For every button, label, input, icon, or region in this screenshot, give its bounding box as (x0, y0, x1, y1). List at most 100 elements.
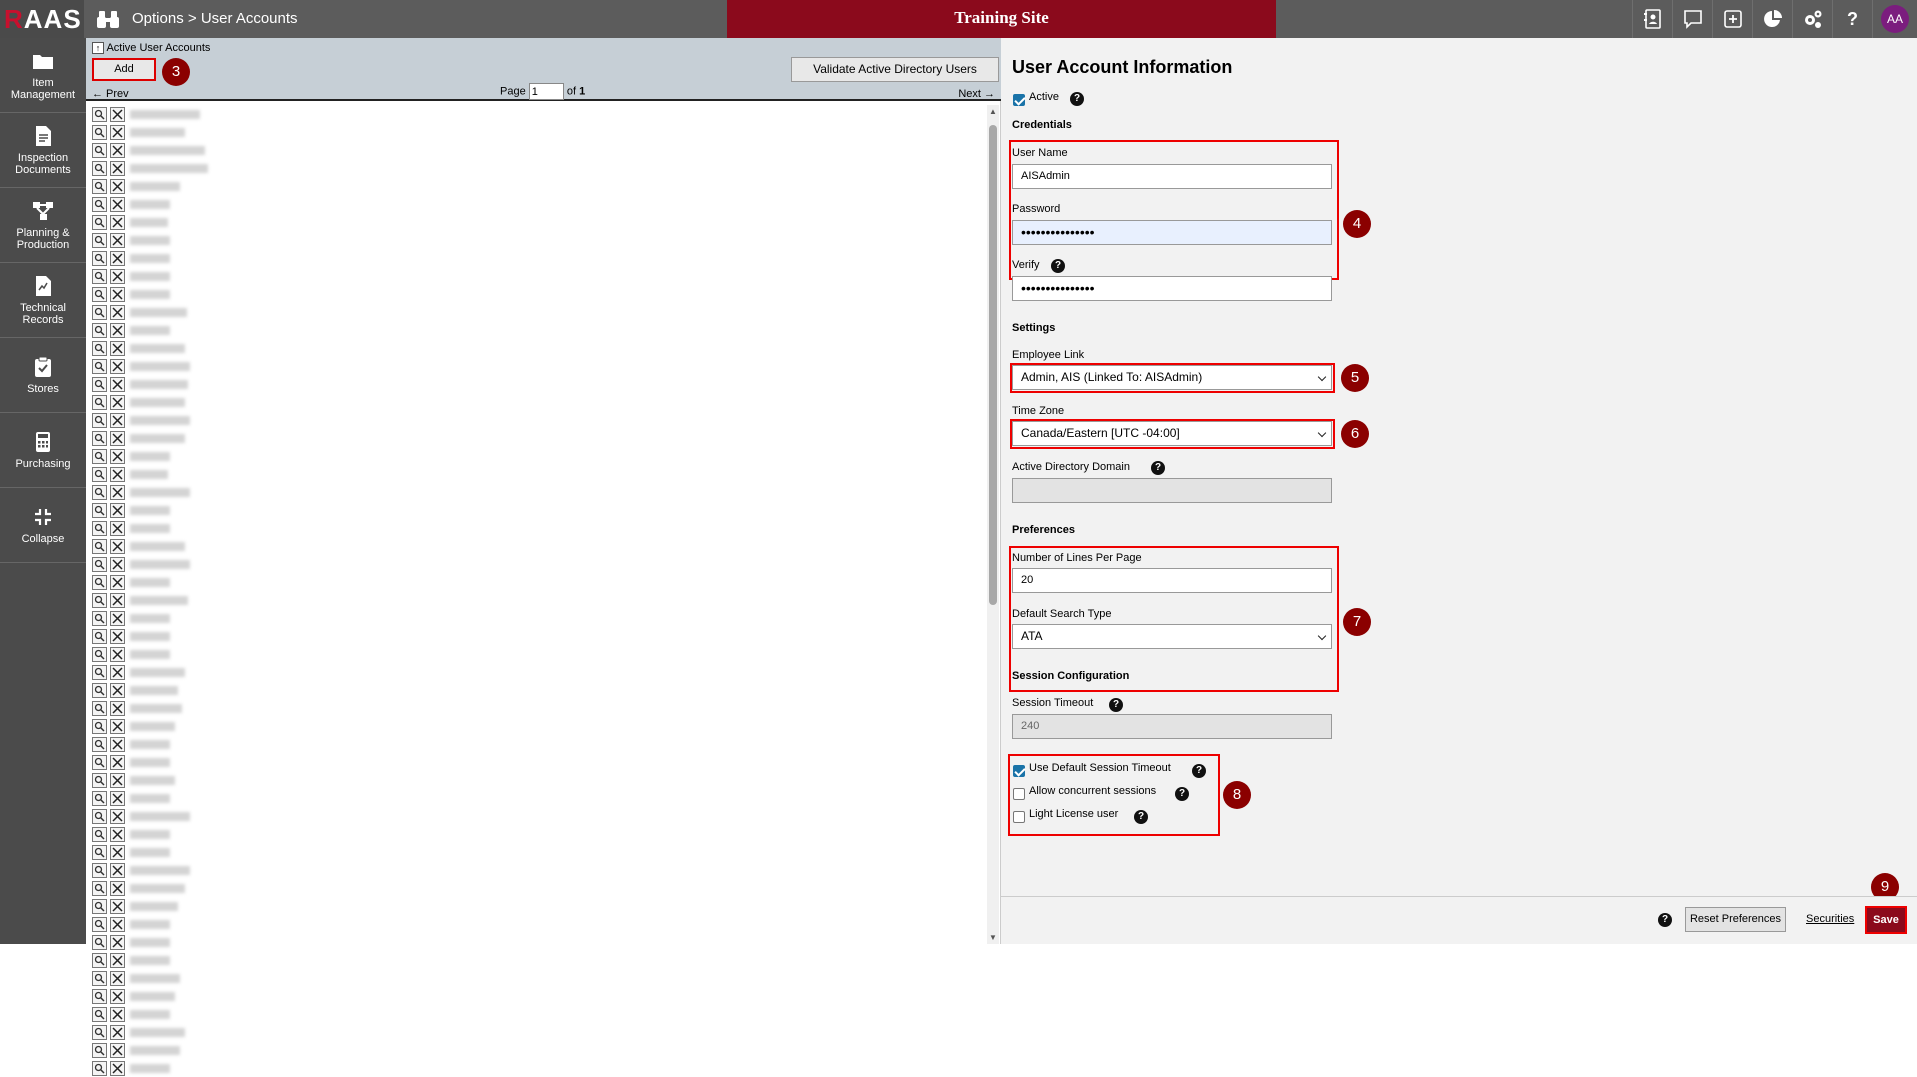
view-user-icon[interactable] (92, 340, 107, 356)
list-item[interactable] (92, 717, 982, 735)
list-item[interactable] (92, 609, 982, 627)
view-user-icon[interactable] (92, 826, 107, 842)
delete-user-icon[interactable] (110, 970, 125, 986)
ad-domain-help-icon[interactable]: ? (1151, 461, 1165, 475)
scroll-thumb[interactable] (989, 125, 997, 605)
redacted-username[interactable] (130, 523, 170, 533)
view-user-icon[interactable] (92, 448, 107, 464)
delete-user-icon[interactable] (110, 862, 125, 878)
concurrent-sessions-help-icon[interactable]: ? (1175, 787, 1189, 801)
view-user-icon[interactable] (92, 790, 107, 806)
list-item[interactable] (92, 825, 982, 843)
view-user-icon[interactable] (92, 628, 107, 644)
delete-user-icon[interactable] (110, 214, 125, 230)
use-default-timeout-help-icon[interactable]: ? (1192, 764, 1206, 778)
view-user-icon[interactable] (92, 214, 107, 230)
list-item[interactable] (92, 591, 982, 609)
employee-link-select[interactable]: Admin, AIS (Linked To: AISAdmin) (1012, 365, 1332, 390)
redacted-username[interactable] (130, 325, 170, 335)
delete-user-icon[interactable] (110, 394, 125, 410)
redacted-username[interactable] (130, 1027, 185, 1037)
view-user-icon[interactable] (92, 556, 107, 572)
password-input[interactable]: ••••••••••••••• (1012, 220, 1332, 245)
view-user-icon[interactable] (92, 430, 107, 446)
redacted-username[interactable] (130, 451, 170, 461)
redacted-username[interactable] (130, 613, 170, 623)
view-user-icon[interactable] (92, 754, 107, 770)
delete-user-icon[interactable] (110, 232, 125, 248)
delete-user-icon[interactable] (110, 934, 125, 950)
delete-user-icon[interactable] (110, 916, 125, 932)
view-user-icon[interactable] (92, 898, 107, 914)
list-item[interactable] (92, 465, 982, 483)
nav-planning-production[interactable]: Planning & Production (0, 188, 86, 263)
view-user-icon[interactable] (92, 808, 107, 824)
concurrent-sessions-checkbox[interactable] (1013, 788, 1025, 800)
list-item[interactable] (92, 879, 982, 897)
settings-button[interactable] (1792, 0, 1832, 38)
delete-user-icon[interactable] (110, 826, 125, 842)
redacted-username[interactable] (130, 289, 170, 299)
lines-per-page-input[interactable]: 20 (1012, 568, 1332, 593)
redacted-username[interactable] (130, 883, 185, 893)
view-user-icon[interactable] (92, 124, 107, 140)
delete-user-icon[interactable] (110, 898, 125, 914)
delete-user-icon[interactable] (110, 412, 125, 428)
active-checkbox[interactable] (1013, 94, 1025, 106)
nav-collapse[interactable]: Collapse (0, 488, 86, 563)
view-user-icon[interactable] (92, 916, 107, 932)
nav-inspection-documents[interactable]: Inspection Documents (0, 113, 86, 188)
view-user-icon[interactable] (92, 232, 107, 248)
redacted-username[interactable] (130, 631, 170, 641)
redacted-username[interactable] (130, 253, 170, 263)
redacted-username[interactable] (130, 145, 205, 155)
list-item[interactable] (92, 249, 982, 267)
view-user-icon[interactable] (92, 502, 107, 518)
list-item[interactable] (92, 375, 982, 393)
list-item[interactable] (92, 231, 982, 249)
delete-user-icon[interactable] (110, 790, 125, 806)
delete-user-icon[interactable] (110, 376, 125, 392)
view-user-icon[interactable] (92, 664, 107, 680)
list-item[interactable] (92, 933, 982, 951)
search-type-select[interactable]: ATA (1012, 624, 1332, 649)
delete-user-icon[interactable] (110, 286, 125, 302)
view-user-icon[interactable] (92, 304, 107, 320)
view-user-icon[interactable] (92, 718, 107, 734)
list-item[interactable] (92, 303, 982, 321)
user-menu[interactable]: AA (1872, 0, 1917, 38)
delete-user-icon[interactable] (110, 844, 125, 860)
list-item[interactable] (92, 789, 982, 807)
list-item[interactable] (92, 861, 982, 879)
redacted-username[interactable] (130, 379, 188, 389)
redacted-username[interactable] (130, 361, 190, 371)
redacted-username[interactable] (130, 937, 170, 947)
nav-technical-records[interactable]: Technical Records (0, 263, 86, 338)
view-user-icon[interactable] (92, 286, 107, 302)
nav-stores[interactable]: Stores (0, 338, 86, 413)
view-user-icon[interactable] (92, 538, 107, 554)
list-item[interactable] (92, 429, 982, 447)
list-item[interactable] (92, 537, 982, 555)
avatar[interactable]: AA (1881, 5, 1909, 33)
up-level-icon[interactable]: ↑ (92, 42, 104, 55)
view-user-icon[interactable] (92, 376, 107, 392)
redacted-username[interactable] (130, 1045, 180, 1055)
new-item-button[interactable] (1712, 0, 1752, 38)
view-user-icon[interactable] (92, 1042, 107, 1058)
delete-user-icon[interactable] (110, 520, 125, 536)
view-user-icon[interactable] (92, 142, 107, 158)
help-button[interactable]: ? (1832, 0, 1872, 38)
scroll-down-arrow[interactable]: ▼ (988, 933, 998, 942)
list-item[interactable] (92, 807, 982, 825)
list-item[interactable] (92, 573, 982, 591)
contact-card-button[interactable] (1632, 0, 1672, 38)
redacted-username[interactable] (130, 505, 170, 515)
view-user-icon[interactable] (92, 178, 107, 194)
redacted-username[interactable] (130, 559, 190, 569)
username-input[interactable]: AISAdmin (1012, 164, 1332, 189)
breadcrumb-parent[interactable]: Options (132, 10, 184, 27)
chat-button[interactable] (1672, 0, 1712, 38)
redacted-username[interactable] (130, 919, 170, 929)
list-item[interactable] (92, 1041, 982, 1059)
